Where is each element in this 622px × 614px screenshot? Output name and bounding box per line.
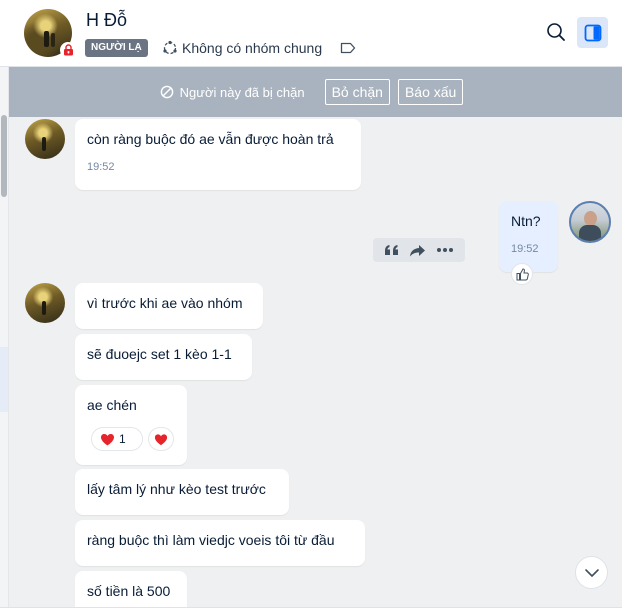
message-text: ràng buộc thì làm viedjc voeis tôi từ đầ… (87, 532, 335, 548)
message-time: 19:52 (511, 243, 539, 255)
message-text: số tiền là 500 (87, 583, 171, 599)
avatar-figure (42, 137, 46, 151)
message-bubble[interactable]: sẽ đuoejc set 1 kèo 1-1 (75, 334, 252, 380)
unblock-button[interactable]: Bỏ chặn (324, 79, 390, 105)
lock-icon (60, 42, 76, 58)
share-icon[interactable] (409, 244, 426, 257)
group-icon (163, 40, 177, 55)
message-text: còn ràng buộc đó ae vẫn được hoàn trả (87, 131, 334, 147)
message-bubble[interactable]: lấy tâm lý như kèo test trước (75, 469, 289, 515)
avatar-figure (51, 33, 55, 47)
message-text: sẽ đuoejc set 1 kèo 1-1 (87, 346, 232, 362)
blocked-notice: Người này đã bị chặn (160, 85, 305, 100)
heart-icon (101, 433, 114, 445)
thumbs-up-icon[interactable] (511, 263, 533, 285)
mutual-groups[interactable]: Không có nhóm chung (162, 38, 322, 58)
mutual-groups-label: Không có nhóm chung (182, 40, 323, 56)
message-bubble[interactable]: vì trước khi ae vào nhóm (75, 283, 263, 329)
add-reaction-button[interactable] (148, 427, 174, 451)
sidebar-panel-icon[interactable] (577, 17, 608, 48)
sender-avatar[interactable] (25, 119, 65, 159)
reaction-count: 1 (119, 432, 126, 446)
message-text: vì trước khi ae vào nhóm (87, 295, 243, 311)
contact-name[interactable]: H Đỗ (86, 10, 127, 31)
message-bubble[interactable]: số tiền là 500 (75, 571, 187, 607)
stranger-badge: NGƯỜI LẠ (85, 39, 148, 57)
left-scroll-strip (0, 67, 9, 614)
scrollbar-thumb[interactable] (1, 115, 7, 197)
message-bubble[interactable]: ae chén (75, 385, 187, 465)
message-actions (373, 238, 465, 262)
avatar-shirt (579, 225, 601, 241)
blocked-icon (160, 85, 173, 99)
sender-avatar[interactable] (25, 283, 65, 323)
message-bubble[interactable]: còn ràng buộc đó ae vẫn được hoàn trả 19… (75, 119, 361, 190)
avatar-figure (44, 31, 49, 47)
tag-icon[interactable] (340, 41, 356, 59)
reaction-summary[interactable]: 1 (91, 427, 143, 451)
composer-edge (0, 607, 622, 614)
more-icon[interactable] (436, 247, 454, 253)
report-button[interactable]: Báo xấu (397, 79, 464, 105)
chat-header: H Đỗ NGƯỜI LẠ Không có nhóm chung (0, 0, 622, 67)
message-text: Ntn? (511, 213, 541, 229)
own-avatar[interactable] (569, 201, 611, 243)
message-time: 19:52 (87, 161, 115, 173)
blocked-message: Người này đã bị chặn (179, 84, 305, 100)
avatar-figure (42, 301, 46, 315)
quote-icon[interactable] (384, 244, 400, 256)
message-bubble-own[interactable]: Ntn? 19:52 (499, 201, 558, 272)
message-text: lấy tâm lý như kèo test trước (87, 481, 266, 497)
message-list[interactable]: còn ràng buộc đó ae vẫn được hoàn trả 19… (9, 117, 622, 607)
chevron-down-icon (584, 568, 599, 577)
heart-icon (154, 433, 168, 445)
message-bubble[interactable]: ràng buộc thì làm viedjc voeis tôi từ đầ… (75, 520, 365, 566)
search-icon[interactable] (545, 21, 567, 43)
avatar-face (584, 211, 597, 226)
selection-indicator (0, 347, 8, 412)
blocked-bar: Người này đã bị chặn Bỏ chặn Báo xấu (9, 67, 622, 117)
message-text: ae chén (87, 397, 137, 413)
scroll-to-bottom-button[interactable] (575, 556, 608, 589)
